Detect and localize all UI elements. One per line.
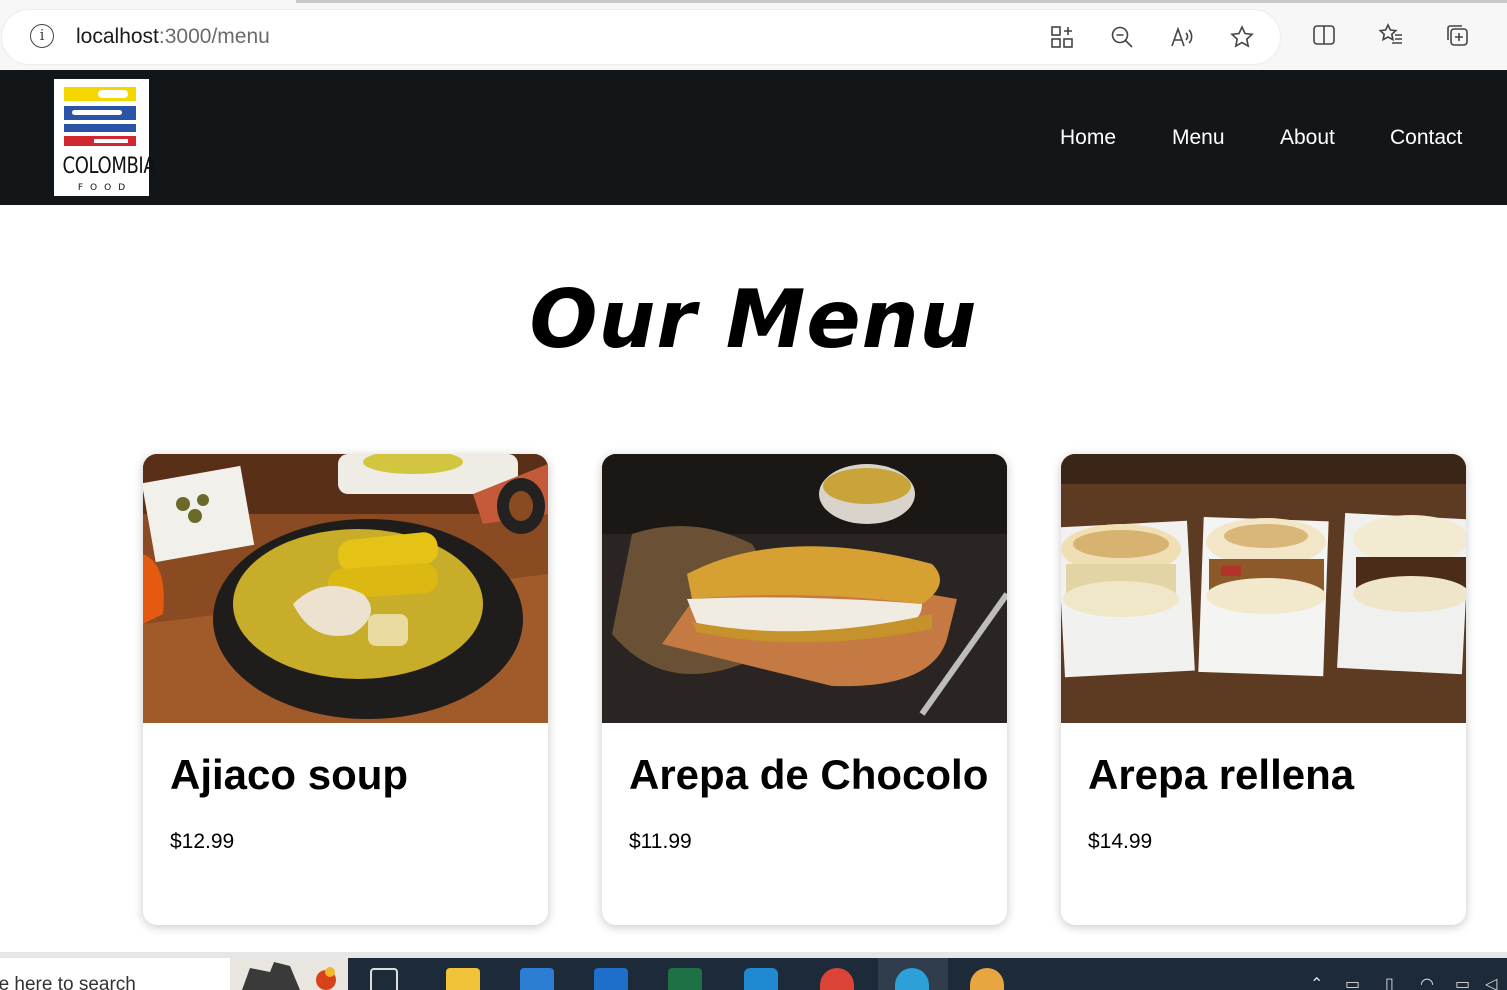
nav-home[interactable]: Home: [1060, 124, 1116, 152]
menu-item-name: Ajiaco soup: [170, 751, 409, 798]
logo-subtext: FOOD: [77, 183, 133, 193]
chrome-icon[interactable]: [820, 968, 854, 990]
nav-menu[interactable]: Menu: [1172, 124, 1225, 152]
menu-card[interactable]: Arepa de Chocolo $11.99: [602, 454, 1007, 925]
logo-knife-shape: [72, 110, 122, 115]
windows-taskbar: pe here to search ⌃ ▭ ▯ ◠ ▭ ◁: [0, 958, 1507, 990]
menu-item-price: $12.99: [170, 830, 235, 853]
page-title: Our Menu: [529, 273, 978, 366]
browser-toolbar: i localhost:3000/menu: [0, 0, 1507, 70]
address-bar[interactable]: i localhost:3000/menu: [2, 10, 1280, 64]
arepa-rellena-photo: [1061, 454, 1466, 723]
zoom-out-icon[interactable]: [1108, 24, 1136, 52]
ajiaco-soup-photo: [143, 454, 548, 723]
tray-battery-icon[interactable]: ▯: [1385, 976, 1394, 990]
url-text[interactable]: localhost:3000/menu: [76, 24, 270, 50]
logo-spoon-shape: [98, 90, 128, 98]
logo-text: COLOMBIA: [62, 154, 156, 179]
store-icon[interactable]: [520, 968, 554, 990]
taskbar-search-placeholder: pe here to search: [0, 974, 136, 990]
app-available-icon[interactable]: [1048, 24, 1076, 52]
collections-icon[interactable]: [1443, 22, 1471, 50]
logo-fork-shape: [94, 139, 128, 143]
favorites-icon[interactable]: [1377, 22, 1405, 50]
nav-contact[interactable]: Contact: [1390, 124, 1462, 152]
menu-item-price: $14.99: [1088, 830, 1153, 853]
tray-volume-icon[interactable]: ◁: [1485, 976, 1497, 990]
menu-item-price: $11.99: [629, 830, 692, 853]
file-explorer-icon[interactable]: [446, 968, 480, 990]
menu-item-name: Arepa rellena: [1088, 751, 1355, 798]
info-icon[interactable]: i: [30, 24, 54, 48]
menu-item-name: Arepa de Chocolo: [629, 751, 989, 798]
tab-strip-edge: [296, 0, 1507, 3]
search-highlight-art: [230, 958, 348, 990]
arepa-de-chocolo-photo: [602, 454, 1007, 723]
site-header: COLOMBIA FOOD Home Menu About Contact: [0, 70, 1507, 205]
tray-wifi-icon[interactable]: ◠: [1420, 976, 1434, 990]
tray-display-icon[interactable]: ▭: [1455, 976, 1470, 990]
url-path: :3000/menu: [158, 25, 270, 48]
tray-network-icon[interactable]: ▭: [1345, 976, 1360, 990]
excel-icon[interactable]: [668, 968, 702, 990]
mail-icon[interactable]: [594, 968, 628, 990]
colombia-food-logo[interactable]: COLOMBIA FOOD: [54, 79, 156, 196]
paint-icon[interactable]: [970, 968, 1004, 990]
taskbar-search-box[interactable]: pe here to search: [0, 958, 230, 990]
read-aloud-icon[interactable]: [1168, 24, 1196, 52]
task-view-icon[interactable]: [370, 968, 398, 990]
vscode-icon[interactable]: [744, 968, 778, 990]
menu-card[interactable]: Arepa rellena $14.99: [1061, 454, 1466, 925]
nav-about[interactable]: About: [1280, 124, 1335, 152]
tray-chevron-icon[interactable]: ⌃: [1310, 976, 1323, 990]
menu-card[interactable]: Ajiaco soup $12.99: [143, 454, 548, 925]
favorite-star-icon[interactable]: [1228, 24, 1256, 52]
url-host: localhost: [76, 25, 159, 48]
logo-stripe-blue-2: [64, 124, 136, 132]
split-screen-icon[interactable]: [1310, 22, 1338, 50]
